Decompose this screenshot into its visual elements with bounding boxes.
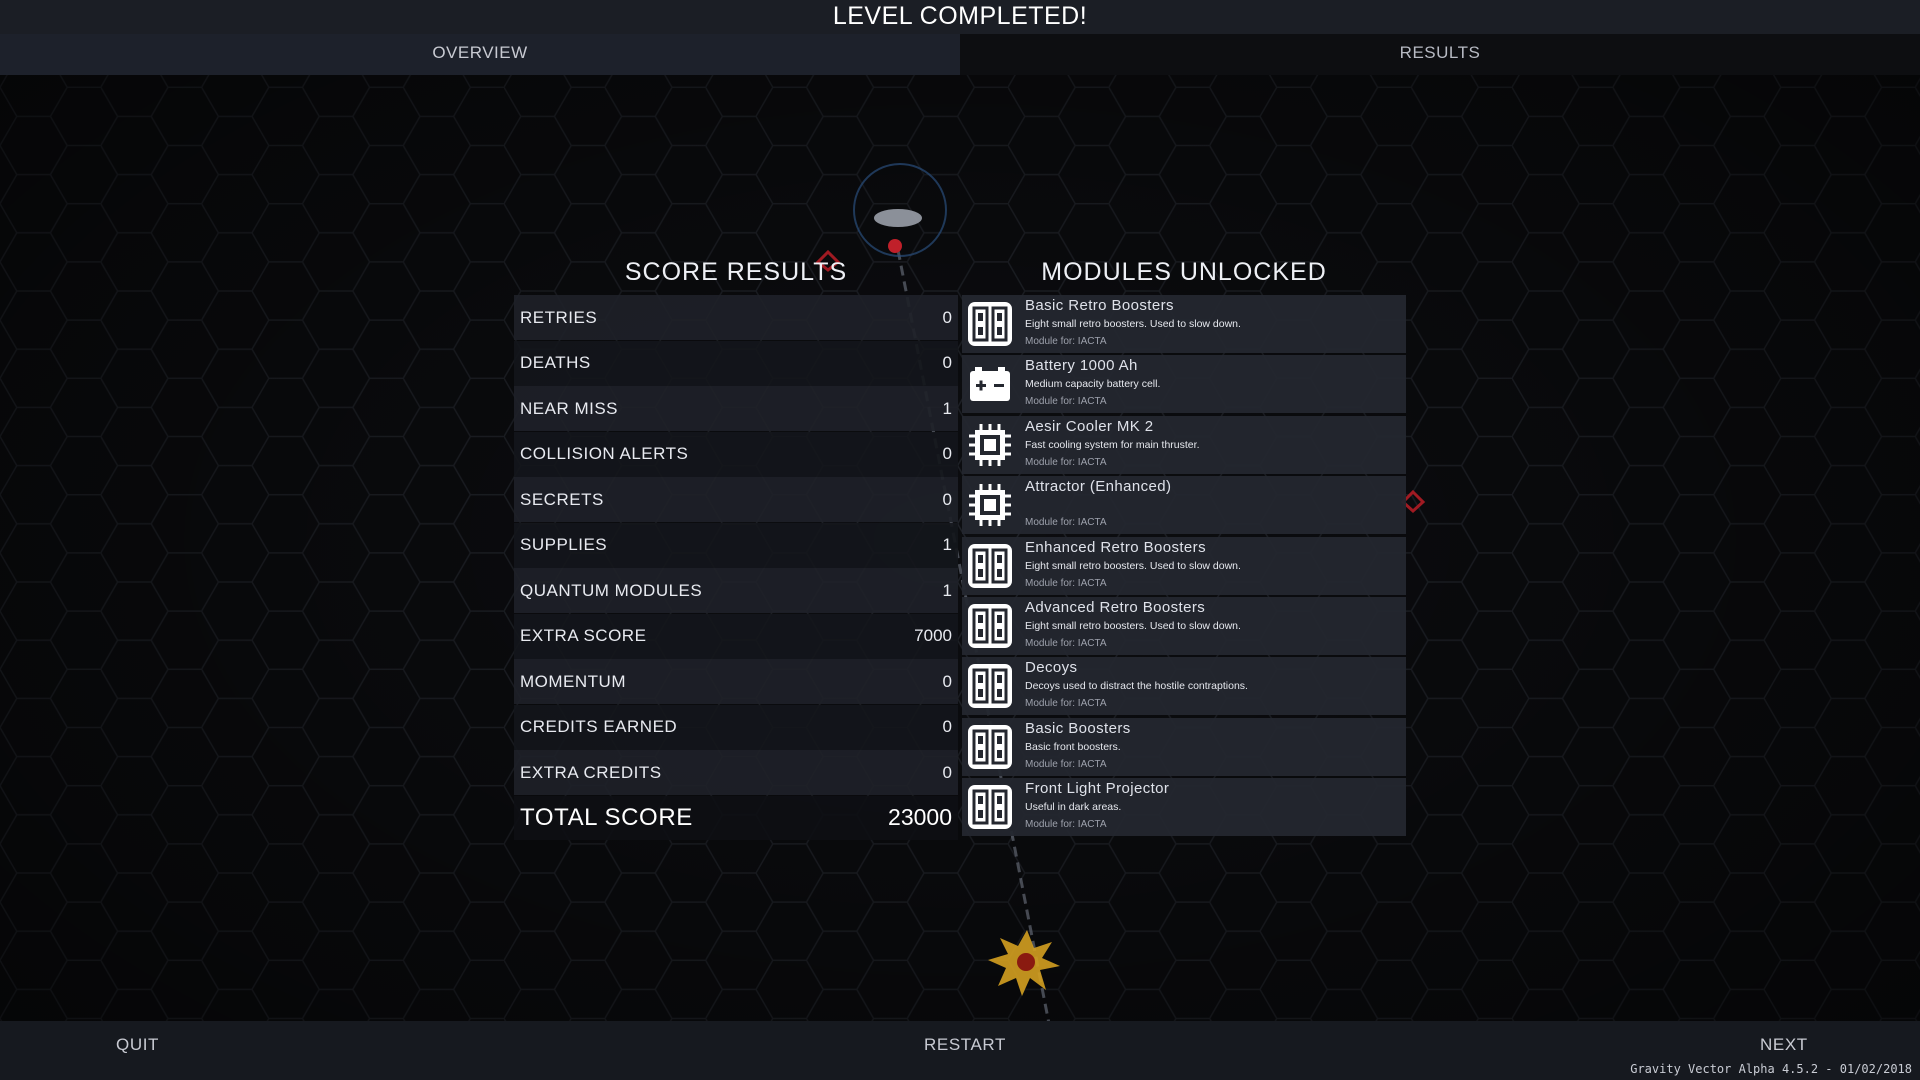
score-label: CREDITS EARNED bbox=[520, 717, 678, 736]
score-value: 7000 bbox=[914, 626, 952, 645]
score-row-collision-alerts: COLLISION ALERTS 0 bbox=[514, 431, 958, 477]
modules-list: Basic Retro Boosters Eight small retro b… bbox=[962, 295, 1406, 839]
score-label: RETRIES bbox=[520, 307, 598, 327]
tab-results[interactable]: RESULTS bbox=[960, 34, 1920, 75]
module-name: Attractor (Enhanced) bbox=[1025, 478, 1172, 496]
score-row-momentum: MOMENTUM 0 bbox=[514, 659, 958, 704]
module-description: Eight small retro boosters. Used to slow… bbox=[1025, 559, 1241, 572]
module-description: Eight small retro boosters. Used to slow… bbox=[1025, 619, 1241, 632]
module-name: Enhanced Retro Boosters bbox=[1025, 538, 1206, 556]
module-aesir-cooler-mk-2[interactable]: Aesir Cooler MK 2 Fast cooling system fo… bbox=[962, 415, 1406, 474]
module-name: Battery 1000 Ah bbox=[1025, 357, 1138, 375]
module-name: Decoys bbox=[1025, 659, 1078, 677]
module-description: Eight small retro boosters. Used to slow… bbox=[1025, 318, 1241, 330]
booster-icon bbox=[967, 663, 1013, 709]
module-name: Basic Retro Boosters bbox=[1025, 297, 1174, 314]
module-name: Aesir Cooler MK 2 bbox=[1025, 417, 1154, 435]
module-description: Fast cooling system for main thruster. bbox=[1025, 438, 1200, 451]
score-label: SUPPLIES bbox=[520, 535, 608, 554]
module-target: Module for: IACTA bbox=[1025, 456, 1107, 468]
module-battery-1000-ah[interactable]: Battery 1000 Ah Medium capacity battery … bbox=[962, 355, 1406, 414]
tab-overview[interactable]: OVERVIEW bbox=[0, 34, 960, 75]
score-label: NEAR MISS bbox=[520, 398, 619, 418]
score-label: SECRETS bbox=[520, 489, 604, 509]
score-value: 1 bbox=[942, 580, 952, 600]
score-value: 1 bbox=[942, 535, 952, 554]
module-advanced-retro-boosters[interactable]: Advanced Retro Boosters Eight small retr… bbox=[962, 596, 1406, 655]
chip-icon bbox=[967, 482, 1013, 528]
tab-bar: OVERVIEW RESULTS bbox=[0, 34, 1920, 75]
version-label: Gravity Vector Alpha 4.5.2 - 01/02/2018 bbox=[1630, 1062, 1912, 1076]
total-score-row: TOTAL SCORE 23000 bbox=[514, 795, 958, 840]
module-target: Module for: IACTA bbox=[1025, 336, 1107, 347]
quit-button[interactable]: QUIT bbox=[116, 1035, 159, 1055]
score-table: RETRIES 0 DEATHS 0 NEAR MISS 1 COLLISION AL… bbox=[514, 295, 958, 840]
restart-button[interactable]: RESTART bbox=[924, 1035, 1006, 1055]
module-front-light-projector[interactable]: Front Light Projector Useful in dark are… bbox=[962, 778, 1406, 837]
score-label: DEATHS bbox=[520, 353, 591, 372]
booster-icon bbox=[967, 301, 1013, 347]
score-row-near-miss: NEAR MISS 1 bbox=[514, 386, 958, 431]
score-label: EXTRA CREDITS bbox=[520, 762, 662, 782]
score-row-extra-credits: EXTRA CREDITS 0 bbox=[514, 750, 958, 795]
module-description: Basic front boosters. bbox=[1025, 740, 1121, 753]
booster-icon bbox=[967, 784, 1013, 830]
module-name: Advanced Retro Boosters bbox=[1025, 598, 1206, 616]
chip-icon bbox=[967, 422, 1013, 468]
score-results-heading: SCORE RESULTS bbox=[624, 258, 848, 286]
game-background bbox=[0, 0, 1920, 1080]
total-score-label: TOTAL SCORE bbox=[520, 803, 693, 831]
title-bar: LEVEL COMPLETED! bbox=[0, 0, 1920, 34]
score-row-credits-earned: CREDITS EARNED 0 bbox=[514, 704, 958, 750]
battery-icon bbox=[967, 361, 1013, 407]
module-target: Module for: IACTA bbox=[1025, 517, 1107, 529]
score-label: MOMENTUM bbox=[520, 671, 626, 691]
score-value: 0 bbox=[942, 353, 952, 372]
total-score-value: 23000 bbox=[888, 804, 952, 830]
module-decoys[interactable]: Decoys Decoys used to distract the hosti… bbox=[962, 657, 1406, 716]
score-row-deaths: DEATHS 0 bbox=[514, 340, 958, 386]
module-description: Useful in dark areas. bbox=[1025, 801, 1122, 814]
module-name: Front Light Projector bbox=[1025, 780, 1170, 798]
module-target: Module for: IACTA bbox=[1025, 396, 1107, 408]
booster-icon bbox=[967, 724, 1013, 770]
module-description: Medium capacity battery cell. bbox=[1025, 378, 1161, 391]
module-name: Basic Boosters bbox=[1025, 719, 1131, 737]
score-row-secrets: SECRETS 0 bbox=[514, 477, 958, 522]
score-value: 0 bbox=[942, 307, 952, 327]
score-label: COLLISION ALERTS bbox=[520, 444, 689, 463]
score-value: 0 bbox=[942, 444, 952, 463]
booster-icon bbox=[967, 543, 1013, 589]
booster-icon bbox=[967, 603, 1013, 649]
page-title: LEVEL COMPLETED! bbox=[832, 2, 1088, 30]
score-row-quantum-modules: QUANTUM MODULES 1 bbox=[514, 568, 958, 613]
module-target: Module for: IACTA bbox=[1025, 637, 1107, 649]
score-row-extra-score: EXTRA SCORE 7000 bbox=[514, 613, 958, 659]
score-label: EXTRA SCORE bbox=[520, 626, 647, 645]
score-value: 0 bbox=[942, 717, 952, 736]
score-value: 0 bbox=[942, 671, 952, 691]
module-attractor-enhanced[interactable]: Attractor (Enhanced) Module for: IACTA bbox=[962, 476, 1406, 535]
score-row-retries: RETRIES 0 bbox=[514, 295, 958, 340]
score-value: 1 bbox=[942, 398, 952, 418]
score-value: 0 bbox=[942, 489, 952, 509]
module-enhanced-retro-boosters[interactable]: Enhanced Retro Boosters Eight small retr… bbox=[962, 536, 1406, 595]
next-button[interactable]: NEXT bbox=[1760, 1035, 1808, 1055]
score-label: QUANTUM MODULES bbox=[520, 580, 703, 600]
module-description: Decoys used to distract the hostile cont… bbox=[1025, 680, 1248, 693]
score-value: 0 bbox=[942, 762, 952, 782]
module-target: Module for: IACTA bbox=[1025, 577, 1107, 589]
score-row-supplies: SUPPLIES 1 bbox=[514, 522, 958, 568]
modules-unlocked-heading: MODULES UNLOCKED bbox=[1041, 258, 1327, 286]
module-basic-boosters[interactable]: Basic Boosters Basic front boosters. Mod… bbox=[962, 717, 1406, 776]
module-target: Module for: IACTA bbox=[1025, 698, 1107, 710]
module-target: Module for: IACTA bbox=[1025, 758, 1107, 770]
module-target: Module for: IACTA bbox=[1025, 819, 1107, 831]
module-basic-retro-boosters[interactable]: Basic Retro Boosters Eight small retro b… bbox=[962, 295, 1406, 353]
